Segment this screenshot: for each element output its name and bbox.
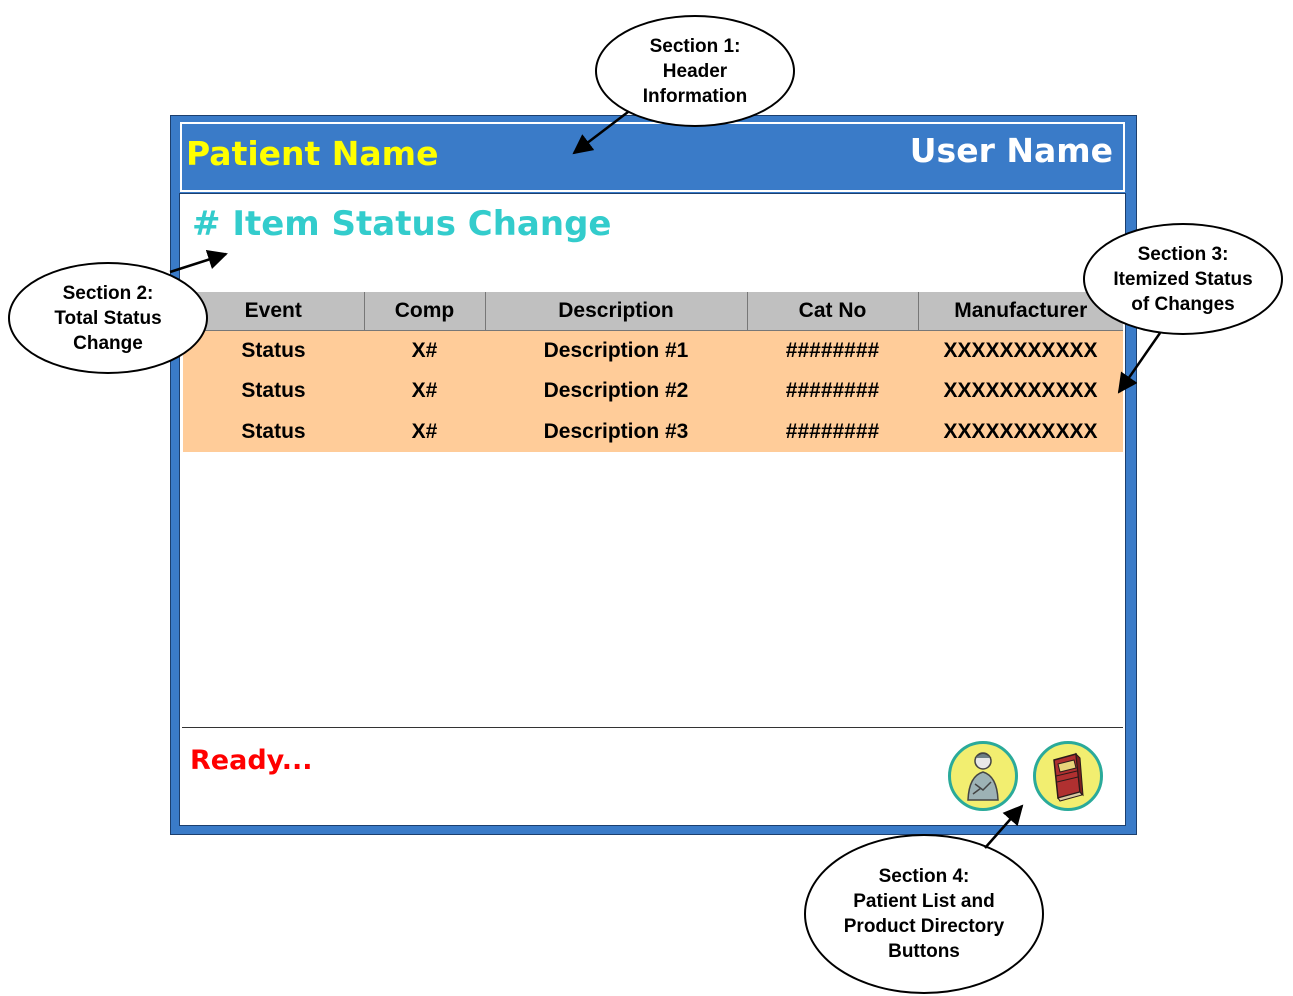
arrow-section-4: [984, 804, 1024, 849]
arrow-section-1: [572, 111, 629, 155]
arrow-section-3: [1117, 332, 1162, 394]
arrow-section-2: [169, 249, 228, 274]
callout-arrows: [169, 111, 1162, 849]
